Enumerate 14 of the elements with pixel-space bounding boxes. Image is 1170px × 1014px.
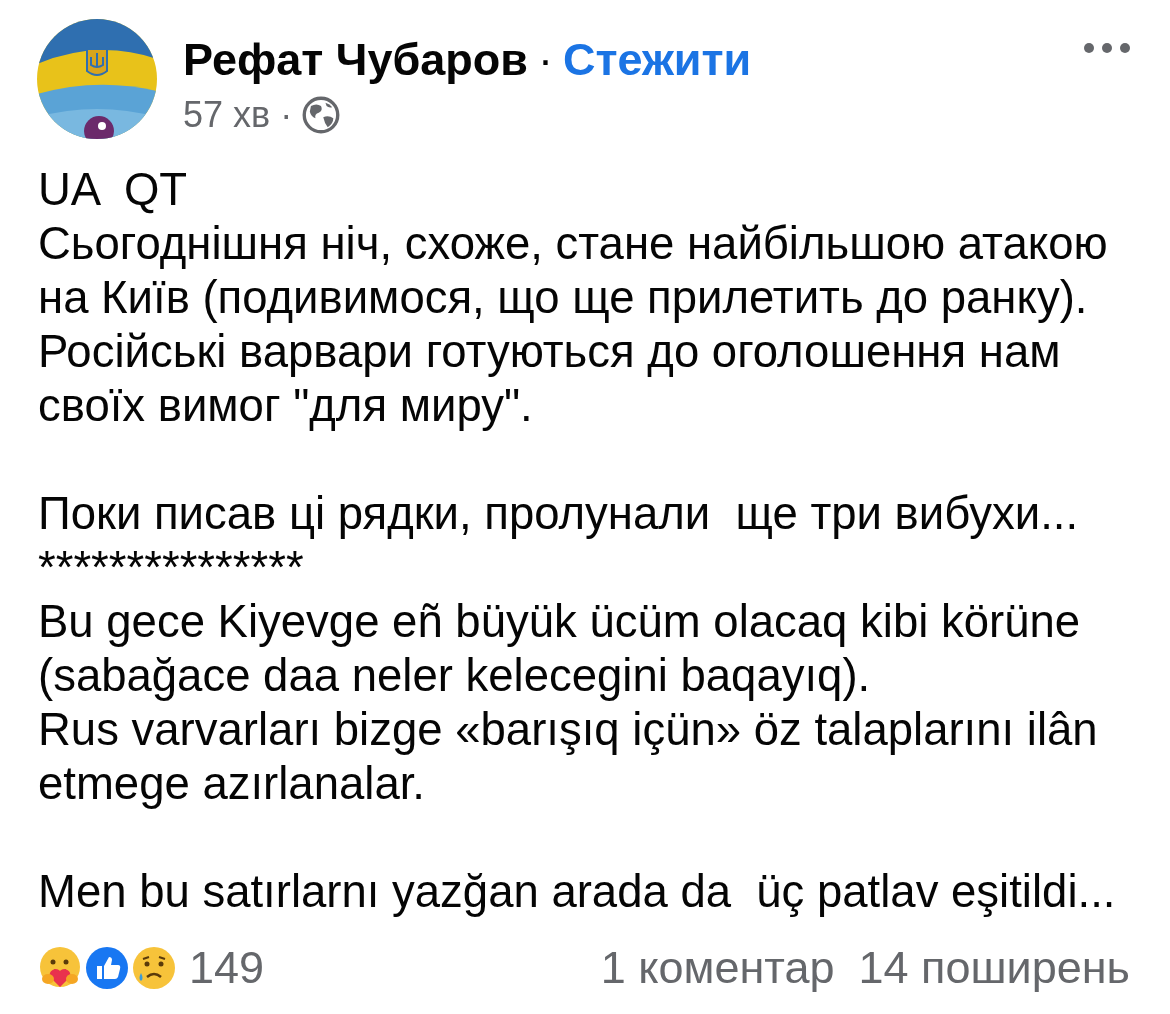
post-text: Men bu satırlarnı yazğan arada da üç patlav eşitildi...	[38, 865, 1116, 919]
reaction-count[interactable]: 149	[189, 934, 265, 1002]
separator-dot: ·	[538, 33, 553, 88]
follow-link[interactable]: Стежити	[563, 26, 752, 94]
more-icon	[1084, 43, 1130, 53]
comments-link[interactable]: 1 коментар	[600, 934, 835, 1002]
post-text: Bu gece Kiyevge eñ büyük ücüm olacaq kibi körüne (sabağace daa neler kelecegini baqayıq). Rus varvarları bizge «barışıq içün» öz talaplarını ilân etmege azırlanalar.	[38, 595, 1098, 811]
shares-link[interactable]: 14 поширень	[858, 934, 1130, 1002]
more-options-button[interactable]	[1084, 43, 1130, 53]
post-text: ***************	[38, 541, 304, 595]
separator-dot: ·	[280, 93, 293, 137]
globe-icon	[302, 96, 341, 134]
post-text: Поки писав ці рядки, пролунали ще три вибухи...	[38, 487, 1079, 541]
post-text: UA QT Сьогоднішня ніч, схоже, стане найбільшою атакою на Київ (подивимося, що ще прилетить до ранку). Російські варвари готуються до оголошення нам своїх вимог "для миру".	[38, 163, 1108, 433]
